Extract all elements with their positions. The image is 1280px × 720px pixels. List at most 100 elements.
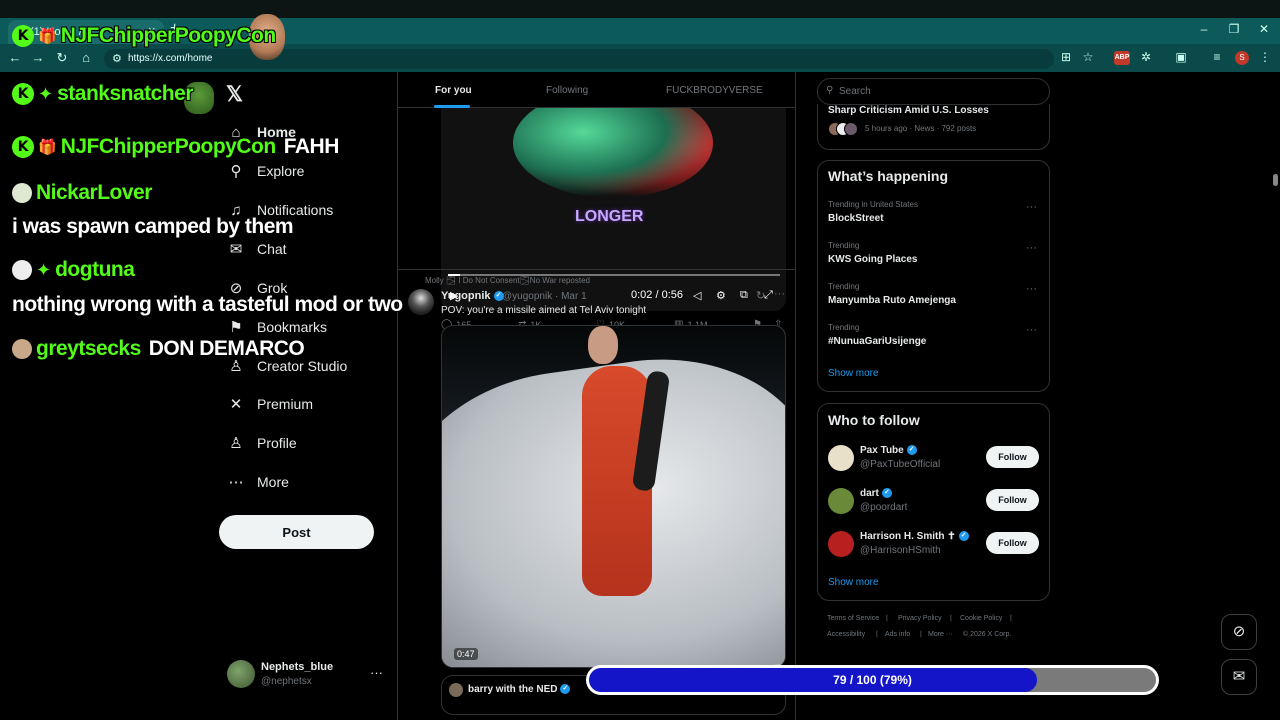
active-tab-indicator xyxy=(434,105,470,108)
footer-link[interactable]: Terms of Service xyxy=(827,615,879,622)
chat-avatar xyxy=(12,260,32,280)
nav-item-more[interactable]: ⋯ More xyxy=(226,470,289,494)
account-more-icon[interactable]: ··· xyxy=(370,665,383,680)
adblock-extension-icon[interactable]: ABP xyxy=(1114,51,1130,65)
trend-more-icon[interactable]: ··· xyxy=(1026,324,1037,336)
messages-float-button[interactable]: ✉ xyxy=(1221,659,1257,695)
follow-button[interactable]: Follow xyxy=(986,532,1039,554)
follow-button[interactable]: Follow xyxy=(986,489,1039,511)
browser-menu-icon[interactable]: ⋮ xyxy=(1256,50,1274,64)
video-frame-brain xyxy=(513,108,713,198)
follow-suggestion-handle[interactable]: @PaxTubeOfficial xyxy=(860,459,940,470)
quoted-author-name[interactable]: barry with the NED ✓ xyxy=(468,684,571,695)
video-duration: 0:47 xyxy=(454,648,478,660)
verified-badge-icon: ✓ xyxy=(906,445,917,456)
follow-suggestion-avatar[interactable] xyxy=(828,531,854,557)
nav-item-explore[interactable]: ⚲ Explore xyxy=(226,159,305,183)
chat-username: NickarLover xyxy=(36,181,152,204)
trend-more-icon[interactable]: ··· xyxy=(1026,283,1037,295)
nav-item-profile[interactable]: ♙ Profile xyxy=(226,431,296,455)
nav-item-premium[interactable]: ✕ Premium xyxy=(226,392,313,416)
trend-name[interactable]: #NunuaGariUsijenge xyxy=(828,336,926,347)
x-logo-icon[interactable]: 𝕏 xyxy=(226,82,243,107)
post-author-avatar[interactable] xyxy=(408,289,434,315)
trend-context: Trending xyxy=(828,323,860,332)
news-title[interactable]: Sharp Criticism Amid U.S. Losses xyxy=(828,105,989,116)
tab-fuckbrodyverse[interactable]: FUCKBRODYVERSE xyxy=(666,85,763,96)
footer-link[interactable]: Ads info xyxy=(885,631,910,638)
verified-badge-icon: ✓ xyxy=(560,684,571,695)
footer-link[interactable]: Accessibility xyxy=(827,631,865,638)
account-handle[interactable]: @nephetsx xyxy=(261,676,312,687)
tab-following[interactable]: Following xyxy=(546,85,588,96)
fullscreen-icon[interactable]: ⤢ xyxy=(764,289,773,302)
volume-icon[interactable]: ◁ xyxy=(693,289,701,302)
trend-context: Trending xyxy=(828,282,860,291)
trend-name[interactable]: BlockStreet xyxy=(828,213,884,224)
address-text[interactable]: https://x.com/home xyxy=(128,53,212,64)
follow-suggestion-handle[interactable]: @HarrisonHSmith xyxy=(860,545,941,556)
reload-icon[interactable]: ↻ xyxy=(53,50,71,66)
bookmark-star-icon[interactable]: ☆ xyxy=(1079,50,1097,64)
back-icon[interactable]: ← xyxy=(6,50,24,65)
chat-text: FAHH xyxy=(283,135,340,158)
scrollbar-thumb[interactable] xyxy=(1273,174,1278,186)
trends-show-more[interactable]: Show more xyxy=(828,368,879,379)
post-author-handle[interactable]: @yugopnik · Mar 1 xyxy=(502,291,587,302)
tab-for-you[interactable]: For you xyxy=(435,85,472,96)
install-app-icon[interactable]: ⊞ xyxy=(1057,50,1075,64)
repost-attribution[interactable]: Molly 🌫 I Do Not Consent🌫No War reposted xyxy=(425,276,590,285)
trend-more-icon[interactable]: ··· xyxy=(1026,201,1037,213)
quoted-author-avatar[interactable] xyxy=(449,683,463,697)
pip-icon[interactable]: ⧉ xyxy=(740,289,748,302)
more-icon: ⋯ xyxy=(228,474,244,491)
post-video-2[interactable]: 0:47 xyxy=(441,325,786,668)
extensions-icon[interactable]: ✲ xyxy=(1137,50,1155,64)
nav-item-label: Premium xyxy=(257,396,314,412)
follow-suggestion-avatar[interactable] xyxy=(828,445,854,471)
post-button[interactable]: Post xyxy=(219,515,374,549)
follow-suggestion-name[interactable]: Pax Tube ✓ xyxy=(860,445,917,456)
trend-name[interactable]: KWS Going Places xyxy=(828,254,917,265)
chat-message: greytsecks DON DEMARCO xyxy=(12,335,305,363)
settings-icon[interactable]: ⚙ xyxy=(716,289,726,302)
gift-badge-icon: 🎁 xyxy=(38,28,57,45)
forward-icon[interactable]: → xyxy=(29,50,47,65)
footer-link[interactable]: Cookie Policy xyxy=(960,615,1002,622)
maximize-icon[interactable]: ❐ xyxy=(1224,22,1244,36)
footer-link[interactable]: © 2026 X Corp. xyxy=(963,631,1011,638)
minimize-icon[interactable]: – xyxy=(1194,22,1214,36)
close-window-icon[interactable]: ✕ xyxy=(1254,22,1274,36)
follow-suggestion-handle[interactable]: @poordart xyxy=(860,502,907,513)
post-author-name[interactable]: Yugopnik ✓ xyxy=(441,290,504,302)
grok-float-button[interactable]: ⊘ xyxy=(1221,614,1257,650)
home-button-icon[interactable]: ⌂ xyxy=(77,50,95,65)
trend-name[interactable]: Manyumba Ruto Amejenga xyxy=(828,295,956,306)
footer-separator: | xyxy=(876,631,878,638)
address-bar[interactable] xyxy=(104,49,1054,69)
search-input[interactable] xyxy=(839,84,1039,99)
post-more-icon[interactable]: ··· xyxy=(774,288,785,300)
grok-explain-icon[interactable]: ↻ xyxy=(756,289,765,302)
follow-suggestion-name[interactable]: Harrison H. Smith ✝ ✓ xyxy=(860,531,969,542)
follow-suggestion-name[interactable]: dart ✓ xyxy=(860,488,892,499)
chat-text: DON DEMARCO xyxy=(148,337,305,360)
account-name[interactable]: Nephets_blue xyxy=(261,661,333,673)
chat-username: NJFChipperPoopyCon xyxy=(60,24,277,47)
site-info-icon[interactable]: ⚙ xyxy=(112,52,122,65)
profile-avatar[interactable]: S xyxy=(1235,51,1249,65)
account-avatar[interactable] xyxy=(227,660,255,688)
media-icon[interactable]: ≡ xyxy=(1208,50,1226,64)
trend-more-icon[interactable]: ··· xyxy=(1026,242,1037,254)
follow-show-more[interactable]: Show more xyxy=(828,577,879,588)
whats-happening-heading: What’s happening xyxy=(828,168,949,184)
footer-link[interactable]: More ··· xyxy=(928,631,953,638)
bookmark-icon: ⚑ xyxy=(229,319,243,336)
footer-link[interactable]: Privacy Policy xyxy=(898,615,942,622)
chat-username: stanksnatcher xyxy=(57,82,193,105)
split-view-icon[interactable]: ▣ xyxy=(1172,50,1190,64)
follow-suggestion-avatar[interactable] xyxy=(828,488,854,514)
chat-username: dogtuna xyxy=(55,258,135,281)
follow-button[interactable]: Follow xyxy=(986,446,1039,468)
gem-badge-icon: ✦ xyxy=(38,83,54,104)
